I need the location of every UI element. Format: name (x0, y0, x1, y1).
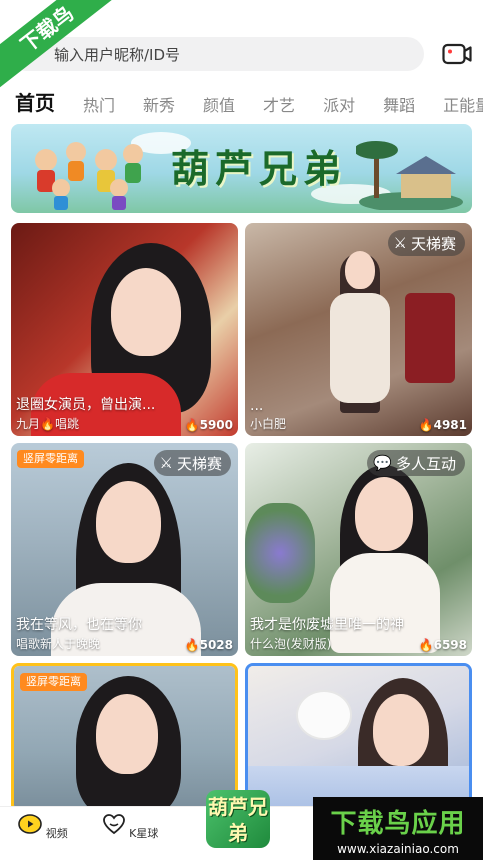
nav-k-planet[interactable]: K星球 (100, 813, 160, 841)
tab-party[interactable]: 派对 (323, 92, 355, 116)
nav-label: K星球 (129, 827, 159, 840)
tab-hot[interactable]: 热门 (83, 92, 115, 116)
live-room-card[interactable]: 竖屏零距离 ⚔ 天梯赛 我在等风，也在等你 唱歌新人于晚晚 🔥5028 (11, 443, 238, 656)
card-anchor-name: 什么泡(发财版) (250, 637, 332, 651)
banner-title: 葫芦兄弟 (171, 146, 348, 191)
portrait-face (345, 251, 375, 289)
card-anchor-name: 小白肥 (250, 417, 287, 431)
tab-new[interactable]: 新秀 (143, 92, 175, 116)
white-dog-decoration (298, 692, 350, 738)
search-placeholder: 输入用户昵称/ID号 (54, 45, 181, 64)
watermark-url: www.xiazainiao.com (337, 842, 459, 856)
nav-video[interactable]: 视频 (13, 813, 73, 841)
chair-decoration (405, 293, 455, 383)
live-room-card[interactable]: 💬 多人互动 我才是你废墟里唯一的神 什么泡(发财版) 🔥6598 (245, 443, 472, 656)
tab-talent[interactable]: 才艺 (263, 92, 295, 116)
portrait-face (96, 481, 161, 563)
portrait-face (373, 694, 429, 766)
watermark-title: 下载鸟应用 (330, 809, 466, 839)
card-heat: 🔥6598 (418, 638, 467, 652)
heat-value: 5028 (199, 638, 233, 652)
portrait-face (111, 268, 181, 356)
card-title: 我才是你废墟里唯一的神 (250, 617, 404, 633)
multi-interact-badge: 💬 多人互动 (367, 450, 465, 476)
crossed-swords-icon: ⚔ (393, 234, 407, 252)
category-tabs: 首页 热门 新秀 颜值 才艺 派对 舞蹈 正能量 (0, 84, 483, 116)
island-house-illustration (356, 141, 463, 210)
tab-dance[interactable]: 舞蹈 (383, 92, 415, 116)
ladder-match-badge: ⚔ 天梯赛 (387, 230, 465, 256)
watermark-bottom: 下载鸟应用 www.xiazainiao.com (313, 797, 483, 860)
chat-bubbles-icon: 💬 (373, 454, 392, 472)
card-title: 退圈女演员，曾出演... (16, 397, 156, 413)
portrait-face (96, 694, 158, 774)
ladder-match-badge: ⚔ 天梯赛 (153, 450, 231, 476)
card-anchor-name: 九月🔥唱跳 (16, 417, 79, 431)
live-room-card[interactable]: 竖屏零距离 (11, 663, 238, 813)
card-title: 我在等风，也在等你 (16, 617, 142, 633)
tab-looks[interactable]: 颜值 (203, 92, 235, 116)
card-heat: 🔥5028 (184, 638, 233, 652)
heat-value: 4981 (433, 418, 467, 432)
live-camera-icon[interactable] (442, 42, 472, 66)
calabash-brothers-illustration (35, 142, 143, 210)
live-room-card[interactable] (245, 663, 472, 813)
vertical-screen-tag: 竖屏零距离 (20, 673, 87, 691)
promo-banner[interactable]: 葫芦兄弟 (11, 124, 472, 213)
heat-value: 6598 (433, 638, 467, 652)
card-title: ... (250, 398, 264, 414)
portrait-outfit (330, 293, 390, 403)
portrait-face (355, 477, 413, 551)
card-heat: 🔥5900 (184, 418, 233, 432)
card-anchor-name: 唱歌新人于晚晚 (16, 637, 101, 651)
heart-planet-icon (102, 814, 125, 835)
tab-home[interactable]: 首页 (15, 87, 55, 116)
live-room-card[interactable]: 退圈女演员，曾出演... 九月🔥唱跳 🔥5900 (11, 223, 238, 436)
flower-decoration (245, 503, 315, 603)
live-room-card[interactable]: ⚔ 天梯赛 ... 小白肥 🔥4981 (245, 223, 472, 436)
vertical-screen-tag: 竖屏零距离 (17, 450, 84, 468)
tab-positive[interactable]: 正能量 (443, 92, 483, 116)
video-icon (18, 814, 43, 834)
search-input[interactable]: 输入用户昵称/ID号 (10, 37, 424, 71)
heat-value: 5900 (199, 418, 233, 432)
center-promo-logo[interactable]: 葫芦兄弟 (206, 790, 270, 848)
crossed-swords-icon: ⚔ (159, 454, 173, 472)
card-heat: 🔥4981 (418, 418, 467, 432)
nav-label: 视频 (45, 827, 68, 840)
